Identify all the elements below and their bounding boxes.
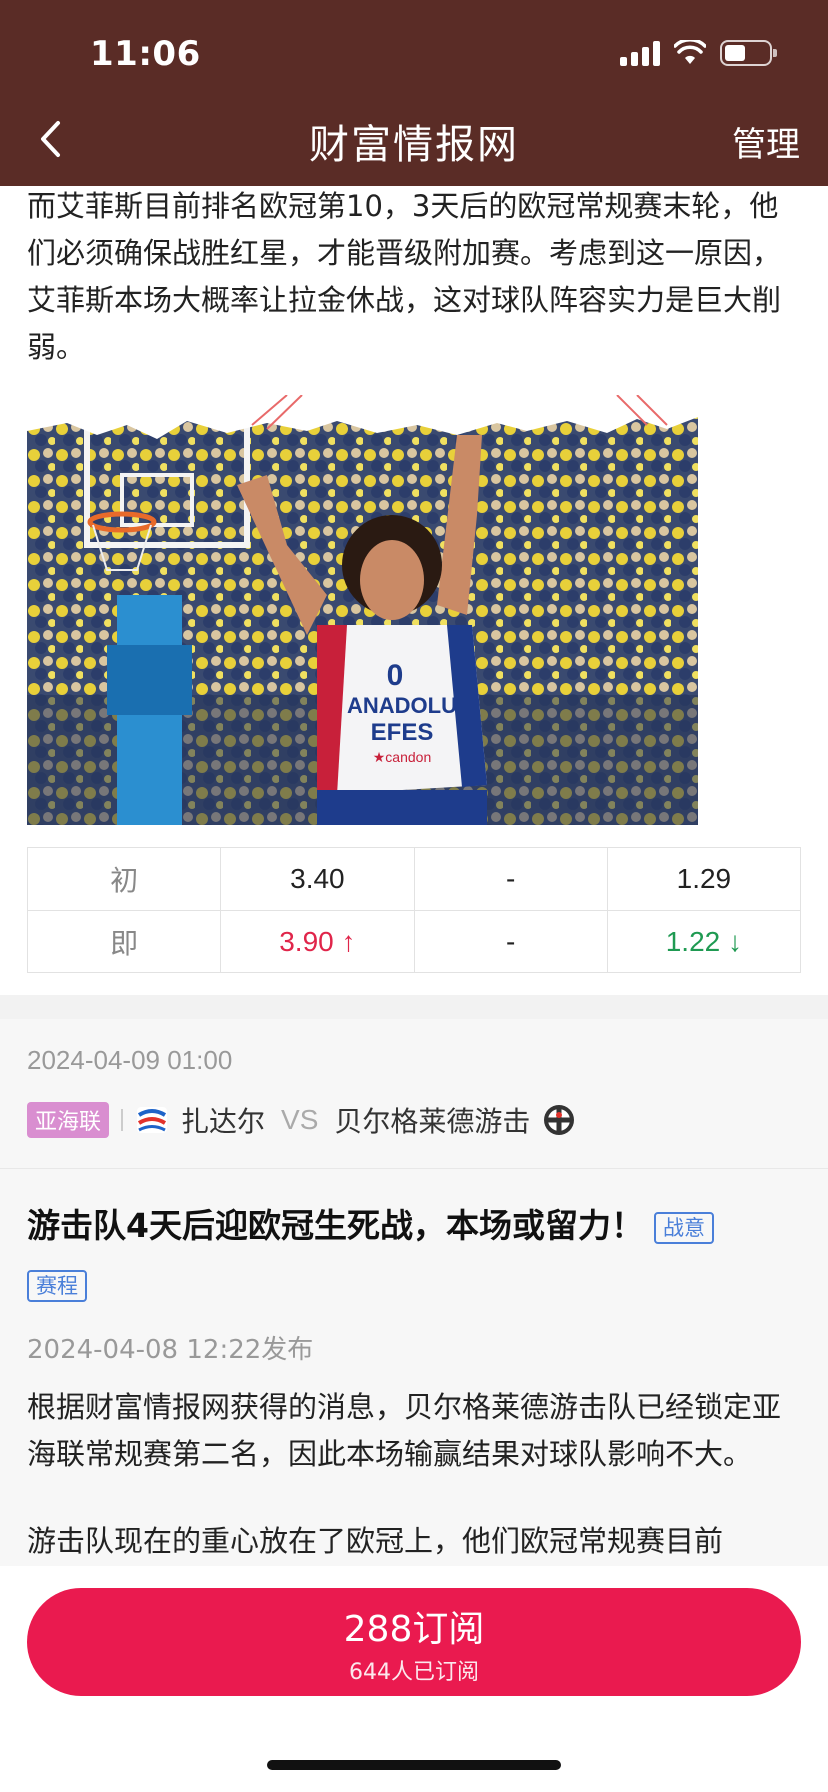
- odds-away: 1.22 ↓: [606, 911, 800, 972]
- jersey-text-line3: ★candon: [373, 749, 431, 765]
- partizan-team-icon: [544, 1105, 575, 1135]
- section-divider: [0, 995, 828, 1019]
- article-card-2: 游击队4天后迎欧冠生死战，本场或留力！ 战意 赛程 2024-04-08 12:2…: [0, 1169, 828, 1565]
- odds-row-label: 即: [110, 926, 139, 960]
- article-paragraph: 而艾菲斯目前排名欧冠第10，3天后的欧冠常规赛末轮，他们必须确保战胜红星，才能晋…: [27, 189, 782, 364]
- odds-home: 3.40: [220, 848, 413, 910]
- article-title: 游击队4天后迎欧冠生死战，本场或留力！ 战意 赛程: [27, 1197, 801, 1313]
- article-published-date: 2024-04-08 12:22发布: [27, 1335, 314, 1365]
- odds-row-label: 初: [110, 864, 139, 897]
- zadar-team-icon: [137, 1107, 168, 1133]
- status-time: 11:06: [90, 34, 201, 74]
- article-photo: ANADOLU EFES ★candon 0: [27, 395, 698, 825]
- tag-zhanyi[interactable]: 战意: [653, 1211, 714, 1244]
- manage-button[interactable]: 管理: [732, 117, 800, 166]
- subscribe-price: 288订阅: [343, 1609, 485, 1650]
- odds-row-live: 即 3.90 ↑ - 1.22 ↓: [28, 910, 800, 972]
- article-paragraph: 游击队现在的重心放在了欧冠上，他们欧冠常规赛目前: [27, 1524, 724, 1558]
- odds-draw: -: [413, 911, 607, 972]
- away-team-name: 贝尔格莱德游击: [334, 1105, 531, 1138]
- home-team-name: 扎达尔: [181, 1105, 266, 1138]
- cellular-signal-icon: [620, 40, 660, 66]
- odds-row-initial: 初 3.40 - 1.29: [28, 848, 800, 910]
- battery-icon: [720, 40, 777, 66]
- subscribe-button[interactable]: 288订阅 644人已订阅: [27, 1588, 801, 1696]
- jersey-text-line1: ANADOLU: [347, 693, 457, 718]
- article-card: 而艾菲斯目前排名欧冠第10，3天后的欧冠常规赛末轮，他们必须确保战胜红星，才能晋…: [0, 186, 828, 995]
- scroll-content[interactable]: 而艾菲斯目前排名欧冠第10，3天后的欧冠常规赛末轮，他们必须确保战胜红星，才能晋…: [0, 186, 828, 1566]
- vs-label: VS: [281, 1104, 319, 1135]
- jersey-number: 0: [387, 659, 404, 692]
- subscriber-count: 644人已订阅: [349, 1660, 479, 1685]
- page-title: 财富情报网: [309, 122, 519, 168]
- bottom-bar: 288订阅 644人已订阅: [0, 1566, 828, 1792]
- match-card[interactable]: 2024-04-09 01:00 亚海联 扎达尔 VS 贝尔格莱德游击: [0, 1019, 828, 1169]
- wifi-icon: [674, 40, 706, 64]
- league-badge: 亚海联: [27, 1102, 110, 1138]
- home-indicator[interactable]: [267, 1760, 561, 1770]
- tag-saicheng[interactable]: 赛程: [27, 1269, 87, 1302]
- divider: [121, 1109, 124, 1131]
- odds-draw: -: [413, 848, 607, 910]
- status-icons: [620, 40, 777, 66]
- article-paragraph: 根据财富情报网获得的消息，贝尔格莱德游击队已经锁定亚海联常规赛第二名，因此本场输…: [27, 1390, 782, 1471]
- article-title-text: 游击队4天后迎欧冠生死战，本场或留力！: [27, 1206, 644, 1245]
- odds-away: 1.29: [606, 848, 800, 910]
- odds-table: 初 3.40 - 1.29 即 3.90 ↑ - 1.22 ↓: [27, 847, 801, 973]
- top-header: 11:06 财富情报网 管理: [0, 0, 828, 186]
- match-datetime: 2024-04-09 01:00: [27, 1045, 233, 1075]
- odds-home: 3.90 ↑: [220, 911, 413, 972]
- match-teams: 亚海联 扎达尔 VS 贝尔格莱德游击: [27, 1100, 801, 1140]
- jersey-text-line2: EFES: [371, 719, 434, 746]
